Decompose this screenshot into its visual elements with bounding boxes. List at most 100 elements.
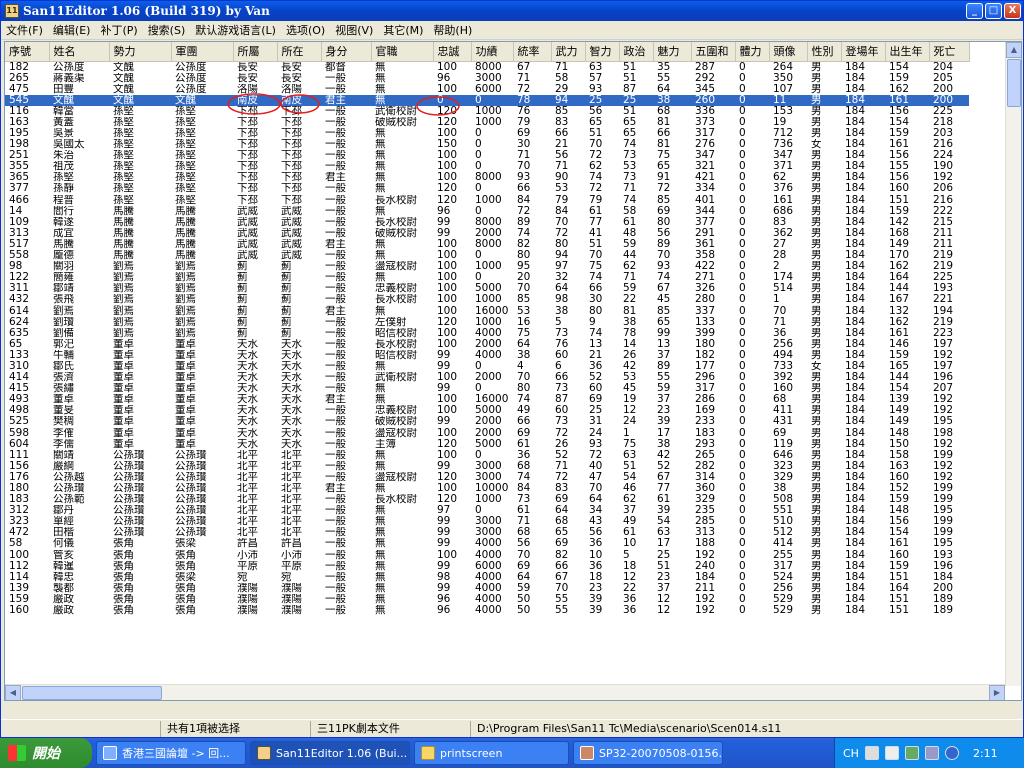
column-header[interactable]: 登場年: [841, 42, 886, 62]
table-row[interactable]: 517 馬騰 馬騰 馬騰 武威 武威 君主 無 100 8000 82 80 51 59 89 361 0 27 男…: [5, 239, 969, 250]
table-row[interactable]: 498 董旻 董卓 董卓 天水 天水 一般 忠義校尉 100 5000 49 60 25 12 23 169 0…: [5, 405, 969, 416]
table-row[interactable]: 493 董卓 董卓 董卓 天水 天水 君主 無 100 16000 74 87 69 19 37 286 0 68…: [5, 394, 969, 405]
table-row[interactable]: 558 龐德 馬騰 馬騰 武威 武威 一般 無 100 0 80 94 70 44 70 358 0 28 男 184…: [5, 250, 969, 261]
table-row[interactable]: 415 張繡 董卓 董卓 天水 天水 一般 無 99 0 80 73 60 45 59 317 0 160 男 184…: [5, 383, 969, 394]
menu-item[interactable]: 默认游戏语言(L): [190, 22, 281, 38]
horizontal-scrollbar[interactable]: ◀ ▶: [5, 684, 1005, 700]
language-indicator[interactable]: CH: [843, 747, 859, 760]
table-row[interactable]: 545 文醜 文醜 文醜 南皮 南皮 君主無 0 0 78 94 25 25 38 260 0 11 男 184 16…: [5, 94, 969, 106]
help-icon[interactable]: [884, 746, 899, 760]
keyboard-icon[interactable]: [864, 746, 879, 760]
scroll-right-icon[interactable]: ▶: [989, 685, 1005, 700]
task-image[interactable]: SP32-20070508-0156...: [573, 741, 723, 765]
column-header[interactable]: 身分: [321, 42, 372, 62]
table-row[interactable]: 251 朱治 孫堅 孫堅 下邳 下邳 一般 無 100 0 71 56 72 73 75 347 0 347 男 18…: [5, 150, 969, 161]
table-row[interactable]: 195 吳景 孫堅 孫堅 下邳 下邳 一般 無 100 0 69 66 51 65 66 317 0 712 男 18…: [5, 128, 969, 139]
menu-item[interactable]: 文件(F): [1, 22, 48, 38]
task-forum[interactable]: 香港三國論壇 -> 回...: [96, 741, 246, 765]
table-row[interactable]: 432 張飛 劉焉 劉焉 薊 薊 一般 長水校尉 100 1000 85 98 30 22 45 280 0 1 男…: [5, 294, 969, 305]
table-row[interactable]: 139 襲都 張角 張角 濮陽 濮陽 一般 無 99 4000 59 70 23 22 37 211 0 256 男…: [5, 583, 969, 594]
menu-item[interactable]: 帮助(H): [428, 22, 477, 38]
table-row[interactable]: 176 公孫越 公孫瓚 公孫瓚 北平 北平 一般 盪寇校尉 120 3000 74 72 47 54 67 3…: [5, 472, 969, 483]
column-header[interactable]: 頭像: [769, 42, 808, 62]
table-row[interactable]: 133 牛輔 董卓 董卓 天水 天水 一般 昭信校尉 99 4000 38 60 21 26 37 182 0 4…: [5, 350, 969, 361]
column-header[interactable]: 所屬: [233, 42, 278, 62]
menu-item[interactable]: 视图(V): [330, 22, 378, 38]
table-row[interactable]: 466 程普 孫堅 孫堅 下邳 下邳 一般 長水校尉 120 1000 84 79 79 74 85 401 0…: [5, 195, 969, 206]
network-icon[interactable]: [904, 746, 919, 760]
column-header[interactable]: 出生年: [885, 42, 930, 62]
menu-item[interactable]: 搜索(S): [143, 22, 191, 38]
column-header[interactable]: 魅力: [653, 42, 692, 62]
table-row[interactable]: 265 蔣義渠 文醜 公孫度 長安 長安 一般 無 96 3000 71 58 57 51 55 292 0 35…: [5, 73, 969, 84]
table-row[interactable]: 14 閻行 馬騰 馬騰 武威 武威 一般 無 96 0 72 84 61 58 69 344 0 686 男 184 1…: [5, 206, 969, 217]
column-header[interactable]: 統率: [513, 42, 552, 62]
column-header[interactable]: 所在: [277, 42, 322, 62]
column-header[interactable]: 五圍和: [691, 42, 736, 62]
column-header[interactable]: 勢力: [109, 42, 172, 62]
maximize-button[interactable]: □: [985, 3, 1002, 19]
table-row[interactable]: 65 郭汜 董卓 董卓 天水 天水 一般 長水校尉 100 2000 64 76 13 14 13 180 0 2…: [5, 339, 969, 350]
title-bar[interactable]: 11 San11Editor 1.06 (Build 319) by Van _…: [1, 1, 1023, 21]
shield-icon[interactable]: [944, 746, 959, 760]
table-row[interactable]: 472 田楷 公孫瓚 公孫瓚 北平 北平 一般 無 99 3000 68 65 56 61 63 313 0 51…: [5, 527, 969, 538]
menu-item[interactable]: 编辑(E): [48, 22, 96, 38]
table-row[interactable]: 475 田豐 文醜 公孫度 洛陽 洛陽 一般 無 100 6000 72 29 93 87 64 345 0 10…: [5, 84, 969, 95]
table-row[interactable]: 98 關羽 劉焉 劉焉 薊 薊 一般 盪寇校尉 100 1000 95 97 75 62 93 422 0 2 男 1…: [5, 261, 969, 272]
column-header[interactable]: 死亡: [929, 42, 970, 62]
table-row[interactable]: 100 管亥 張角 張角 小沛 小沛 一般 無 100 4000 70 82 10 5 25 192 0 255 男…: [5, 550, 969, 561]
menu-item[interactable]: 其它(M): [378, 22, 428, 38]
table-row[interactable]: 160 嚴政 張角 張角 濮陽 濮陽 一般 無 96 4000 50 55 39 36 12 192 0 529 男…: [5, 605, 969, 616]
close-button[interactable]: X: [1004, 3, 1021, 19]
column-header[interactable]: 政治: [619, 42, 654, 62]
column-header[interactable]: 忠誠: [433, 42, 472, 62]
table-row[interactable]: 323 單經 公孫瓚 公孫瓚 北平 北平 一般 無 99 3000 71 68 43 49 54 285 0 51…: [5, 516, 969, 527]
table-row[interactable]: 183 公孫範 公孫瓚 公孫瓚 北平 北平 一般 長水校尉 120 1000 73 69 64 62 61 3…: [5, 494, 969, 505]
table-row[interactable]: 604 李儒 董卓 董卓 天水 天水 一般 主簿 120 5000 61 26 93 75 38 293 0 11…: [5, 439, 969, 450]
menu-item[interactable]: 补丁(P): [95, 22, 142, 38]
table-row[interactable]: 111 關靖 公孫瓚 公孫瓚 北平 北平 一般 無 100 0 36 52 72 63 42 265 0 646 男…: [5, 450, 969, 461]
column-header[interactable]: 武力: [551, 42, 586, 62]
minimize-button[interactable]: _: [966, 3, 983, 19]
column-header[interactable]: 智力: [585, 42, 620, 62]
table-row[interactable]: 159 嚴政 張角 張角 濮陽 濮陽 一般 無 96 4000 50 55 39 36 12 192 0 529 男…: [5, 594, 969, 605]
table-row[interactable]: 365 孫堅 孫堅 孫堅 下邳 下邳 君主 無 100 8000 93 90 74 73 91 421 0 62 男…: [5, 172, 969, 183]
horizontal-scroll-thumb[interactable]: [22, 686, 162, 700]
table-row[interactable]: 163 黃蓋 孫堅 孫堅 下邳 下邳 一般 破賊校尉 120 1000 79 83 65 65 81 373 0…: [5, 117, 969, 128]
task-folder[interactable]: printscreen: [414, 741, 569, 765]
scroll-up-icon[interactable]: ▲: [1006, 42, 1021, 58]
column-header[interactable]: 功績: [471, 42, 514, 62]
column-header[interactable]: 姓名: [49, 42, 110, 62]
table-row[interactable]: 311 鄒靖 劉焉 劉焉 薊 薊 一般 忠義校尉 100 5000 70 64 66 59 67 326 0 51…: [5, 283, 969, 294]
table-row[interactable]: 624 劉瓚 劉焉 劉焉 薊 薊 一般 左僕射 120 1000 16 5 9 38 65 133 0 71 男 18…: [5, 317, 969, 328]
table-row[interactable]: 109 韓遂 馬騰 馬騰 武威 武威 一般 長水校尉 99 8000 89 70 77 61 80 377 0 8…: [5, 217, 969, 228]
column-header[interactable]: 官職: [371, 42, 434, 62]
table-row[interactable]: 122 簡雍 劉焉 劉焉 薊 薊 一般 無 100 0 20 32 74 71 74 271 0 174 男 184 1…: [5, 272, 969, 283]
table-row[interactable]: 310 鄒氏 董卓 董卓 天水 天水 一般 無 99 0 4 6 36 42 89 177 0 733 女 184 16…: [5, 361, 969, 372]
start-button[interactable]: 開始: [0, 738, 92, 768]
table-row[interactable]: 180 公孫瓚 公孫瓚 公孫瓚 北平 北平 君主 無 100 10000 84 83 70 46 77 360…: [5, 483, 969, 494]
column-header[interactable]: 體力: [735, 42, 770, 62]
column-header[interactable]: 性別: [807, 42, 842, 62]
table-row[interactable]: 182 公孫度 文醜 公孫度 長安 長安 都督 無 100 8000 67 71 63 51 35 287 0 2…: [5, 61, 969, 73]
task-editor[interactable]: San11Editor 1.06 (Bui...: [250, 741, 410, 765]
vertical-scrollbar[interactable]: ▲: [1005, 42, 1021, 686]
table-row[interactable]: 112 韓暹 張角 張角 平原 平原 一般 無 99 6000 69 66 36 18 51 240 0 317 男…: [5, 561, 969, 572]
table-row[interactable]: 598 李傕 董卓 董卓 天水 天水 一般 盪寇校尉 100 2000 69 72 24 1 17 183 0 6…: [5, 428, 969, 439]
vertical-scroll-thumb[interactable]: [1007, 59, 1021, 107]
table-row[interactable]: 635 劉備 劉焉 劉焉 薊 薊 一般 昭信校尉 100 4000 75 73 74 78 99 399 0 36…: [5, 328, 969, 339]
table-row[interactable]: 355 祖茂 孫堅 孫堅 下邳 下邳 一般 無 100 0 70 71 62 53 65 321 0 371 男 18…: [5, 161, 969, 172]
volume-icon[interactable]: [924, 746, 939, 760]
scroll-left-icon[interactable]: ◀: [5, 685, 21, 700]
table-row[interactable]: 58 何儀 張角 張梁 許昌 許昌 一般 無 99 4000 56 69 36 10 17 188 0 414 男 1…: [5, 538, 969, 549]
menu-item[interactable]: 选项(O): [281, 22, 330, 38]
table-row[interactable]: 614 劉焉 劉焉 劉焉 薊 薊 君主 無 100 16000 53 38 80 81 85 337 0 70 男 1…: [5, 305, 969, 316]
table-row[interactable]: 114 韓忠 張角 張梁 宛 宛 一般 無 98 4000 64 67 18 12 23 184 0 524 男 18…: [5, 572, 969, 583]
column-header[interactable]: 軍團: [171, 42, 234, 62]
table-row[interactable]: 377 孫靜 孫堅 孫堅 下邳 下邳 一般 無 120 0 66 53 72 71 72 334 0 376 男 18…: [5, 183, 969, 194]
column-header[interactable]: 序號: [5, 42, 50, 62]
table-row[interactable]: 313 成宜 馬騰 馬騰 武威 武威 一般 破賊校尉 99 2000 74 72 41 48 56 291 0 3…: [5, 228, 969, 239]
table-row[interactable]: 156 嚴綱 公孫瓚 公孫瓚 北平 北平 一般 無 99 3000 68 71 40 51 52 282 0 32…: [5, 461, 969, 472]
table-row[interactable]: 525 樊稠 董卓 董卓 天水 天水 一般 破賊校尉 99 2000 66 73 31 24 39 233 0 4…: [5, 416, 969, 427]
table-row[interactable]: 312 鄒丹 公孫瓚 公孫瓚 北平 北平 一般 無 97 0 61 64 34 37 39 235 0 551 男 1…: [5, 505, 969, 516]
